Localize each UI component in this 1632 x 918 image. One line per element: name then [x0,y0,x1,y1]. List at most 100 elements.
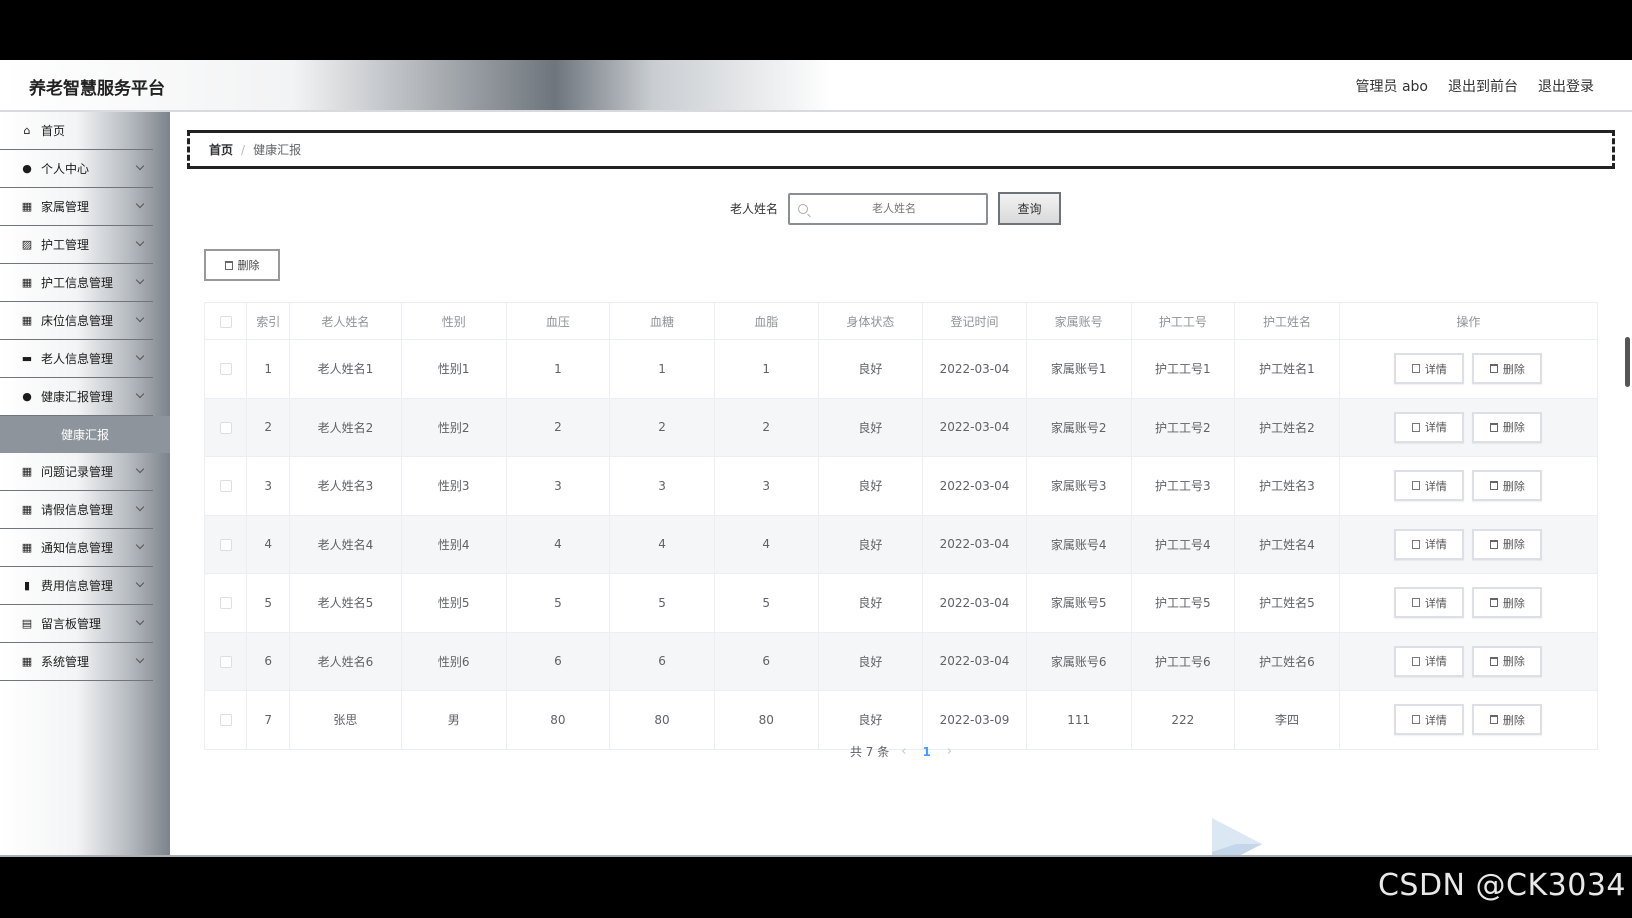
next-page-button[interactable]: › [947,744,952,759]
table-cell: 2022-03-04 [922,573,1027,633]
table-cell: 3 [246,456,290,516]
sidebar-item-label: 健康汇报管理 [41,390,114,404]
table-cell: 2022-03-04 [922,456,1027,516]
detail-label: 详情 [1424,538,1447,552]
table-header-row: 索引 老人姓名 性别 血压 血糖 血脂 身体状态 登记时间 家属账号 护工工号 护工姓名 操作 [203,302,1599,340]
sidebar-item[interactable]: ▮ 费用信息管理 [0,567,153,605]
search-box[interactable] [788,192,989,225]
sidebar-item-label: 留言板管理 [41,617,102,631]
sidebar-item[interactable]: ▦ 家属管理 [0,188,153,226]
table-cell: 80 [713,690,819,750]
actions-cell: 详情 删除 [1338,690,1599,750]
row-checkbox[interactable] [219,714,232,727]
row-delete-button[interactable]: 删除 [1472,645,1543,677]
sidebar-item[interactable]: ● 健康汇报管理 [0,378,153,416]
detail-button[interactable]: 详情 [1394,645,1465,677]
grid9-icon: ▦ [21,541,33,554]
search-button[interactable]: 查询 [998,192,1062,225]
sidebar-item[interactable]: ▨ 护工管理 [0,226,153,264]
table-cell: 性别2 [400,397,507,457]
chevron-down-icon [135,540,145,550]
table-cell: 3 [505,456,611,516]
sidebar-item[interactable]: ⌂ 首页 [0,112,153,150]
detail-button[interactable]: 详情 [1394,470,1465,502]
sidebar-item[interactable]: ▦ 通知信息管理 [0,529,153,567]
row-checkbox[interactable] [219,655,232,668]
sidebar-item[interactable]: ▦ 床位信息管理 [0,302,153,340]
row-delete-button[interactable]: 删除 [1472,411,1543,443]
document-icon [1411,656,1420,666]
row-delete-button[interactable]: 删除 [1472,704,1543,736]
detail-button[interactable]: 详情 [1394,704,1465,736]
table-cell: 家属账号3 [1025,456,1132,516]
breadcrumb-current: 健康汇报 [253,143,302,157]
table-body: 1 老人姓名1 性别1 1 1 1 良好 2022-03-04 家属账号1 护工工号1 护工姓名1 详… [203,339,1599,750]
column-header: 血压 [505,302,611,340]
table-cell: 80 [505,690,611,750]
row-delete-button[interactable]: 删除 [1472,353,1543,385]
detail-button[interactable]: 详情 [1394,587,1465,619]
logout-link[interactable]: 退出登录 [1538,76,1594,96]
table-cell: 护工工号4 [1130,514,1236,574]
breadcrumb-separator: / [241,142,246,157]
row-checkbox[interactable] [219,538,232,551]
detail-button[interactable]: 详情 [1394,528,1465,560]
table-cell: 性别5 [400,573,507,633]
sidebar-item[interactable]: ▤ 留言板管理 [0,605,153,643]
breadcrumb-home[interactable]: 首页 [209,141,233,158]
table-cell: 4 [505,514,611,574]
column-header: 家属账号 [1025,302,1132,340]
page-number-current[interactable]: 1 [918,745,934,759]
header-links: 管理员 abo 退出到前台 退出登录 [1356,76,1594,96]
sidebar-subitem-active[interactable]: 健康汇报 [0,416,170,453]
trash-icon [1489,715,1498,725]
sidebar-item-label: 通知信息管理 [41,541,114,555]
actions-cell: 详情 删除 [1338,514,1599,574]
sidebar-item[interactable]: ▦ 问题记录管理 [0,453,153,491]
table-cell: 家属账号5 [1025,573,1132,633]
row-checkbox[interactable] [219,480,232,493]
search-label: 老人姓名 [730,202,779,216]
table-cell: 老人姓名4 [288,514,402,574]
detail-label: 详情 [1424,713,1447,727]
delete-label: 删除 [1502,713,1525,727]
detail-button[interactable]: 详情 [1394,411,1465,443]
table-cell: 护工工号5 [1130,573,1236,633]
row-delete-button[interactable]: 删除 [1472,587,1543,619]
table-cell: 老人姓名6 [288,631,402,691]
sidebar-item[interactable]: ▬ 老人信息管理 [0,340,153,378]
sidebar-item[interactable]: ▦ 请假信息管理 [0,491,153,529]
trash-icon [224,260,233,270]
table-cell: 4 [609,514,715,574]
delete-label: 删除 [1502,655,1525,669]
sidebar-item[interactable]: ● 个人中心 [0,150,153,188]
table-cell: 护工工号2 [1130,397,1236,457]
table-cell: 222 [1130,690,1236,750]
table-row: 4 老人姓名4 性别4 4 4 4 良好 2022-03-04 家属账号4 护工工号4 护工姓名4 详… [203,514,1599,574]
home-icon: ⌂ [23,124,31,137]
back-to-front-link[interactable]: 退出到前台 [1448,76,1518,96]
table-cell: 李四 [1234,690,1340,750]
table-cell: 家属账号1 [1025,339,1132,399]
chevron-down-icon [135,199,145,209]
row-checkbox[interactable] [219,421,232,434]
prev-page-button[interactable]: ‹ [901,744,906,759]
chevron-down-icon [135,275,145,285]
detail-button[interactable]: 详情 [1394,353,1465,385]
table-row: 5 老人姓名5 性别5 5 5 5 良好 2022-03-04 家属账号5 护工工号5 护工姓名5 详… [203,573,1599,633]
scrollbar-thumb[interactable] [1625,337,1630,387]
row-checkbox[interactable] [219,597,232,610]
row-delete-button[interactable]: 删除 [1472,528,1543,560]
table-cell: 2 [609,397,715,457]
search-input[interactable] [814,202,975,215]
sidebar-item[interactable]: ▦ 护工信息管理 [0,264,153,302]
sidebar-item[interactable]: ▦ 系统管理 [0,643,153,681]
table-cell: 护工姓名3 [1234,456,1340,516]
row-delete-button[interactable]: 删除 [1472,470,1543,502]
row-checkbox[interactable] [219,363,232,376]
card-icon: ▬ [21,352,33,365]
batch-delete-button[interactable]: 删除 [204,249,280,281]
pagination: 共 7 条 ‹ 1 › [170,743,1632,760]
column-header: 身体状态 [817,302,924,340]
select-all-checkbox[interactable] [219,315,232,328]
